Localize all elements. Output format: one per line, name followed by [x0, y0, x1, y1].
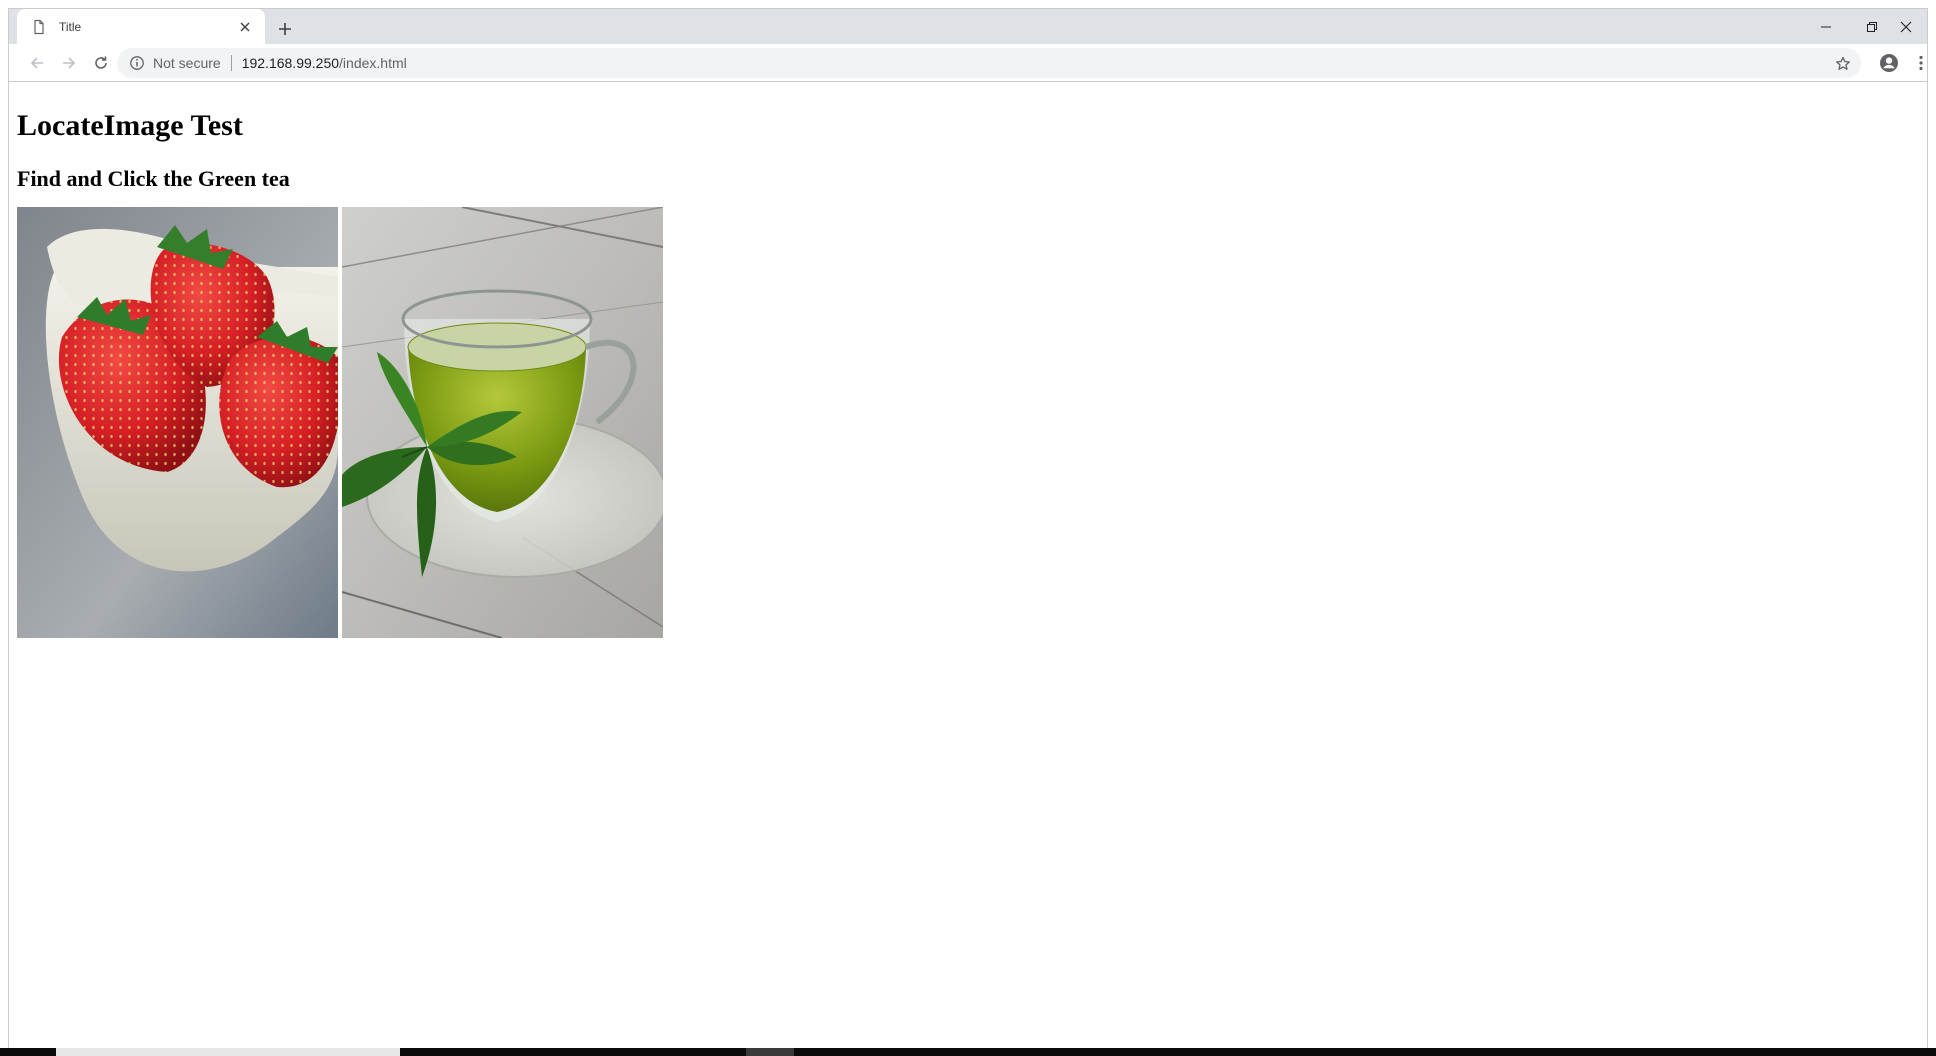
image-grid	[17, 206, 1919, 638]
close-window-icon[interactable]	[1883, 9, 1929, 44]
minimize-icon[interactable]	[1803, 9, 1849, 44]
page-title: LocateImage Test	[17, 109, 243, 142]
taskbar	[0, 1048, 1936, 1056]
close-icon[interactable]	[235, 17, 255, 37]
star-icon[interactable]	[1833, 54, 1853, 74]
menu-icon[interactable]	[1907, 49, 1935, 77]
tab-strip: Title	[9, 9, 1927, 44]
browser-window: Title Not secure 192.168.99.250 /index.h…	[8, 8, 1928, 1049]
taskbar-app-2[interactable]	[746, 1048, 794, 1056]
page-content: LocateImage Test Find and Click the Gree…	[9, 83, 1927, 1049]
page-icon	[31, 19, 47, 35]
taskbar-app[interactable]	[56, 1048, 400, 1056]
green-tea-image[interactable]	[342, 206, 663, 638]
reload-icon[interactable]	[87, 49, 115, 77]
toolbar: Not secure 192.168.99.250 /index.html	[9, 44, 1927, 82]
info-icon[interactable]	[129, 55, 145, 71]
strawberries-image[interactable]	[17, 206, 338, 638]
address-separator	[230, 55, 232, 71]
back-icon[interactable]	[23, 49, 51, 77]
tab-title: Title	[59, 19, 82, 34]
account-icon[interactable]	[1875, 49, 1903, 77]
url-path: /index.html	[339, 55, 407, 71]
tab-active[interactable]: Title	[17, 9, 265, 44]
address-bar[interactable]: Not secure 192.168.99.250 /index.html	[117, 48, 1861, 78]
forward-icon[interactable]	[55, 49, 83, 77]
page-subtitle: Find and Click the Green tea	[17, 165, 290, 191]
plus-icon[interactable]	[271, 15, 299, 43]
url-host: 192.168.99.250	[241, 55, 340, 71]
security-label: Not secure	[153, 55, 221, 71]
